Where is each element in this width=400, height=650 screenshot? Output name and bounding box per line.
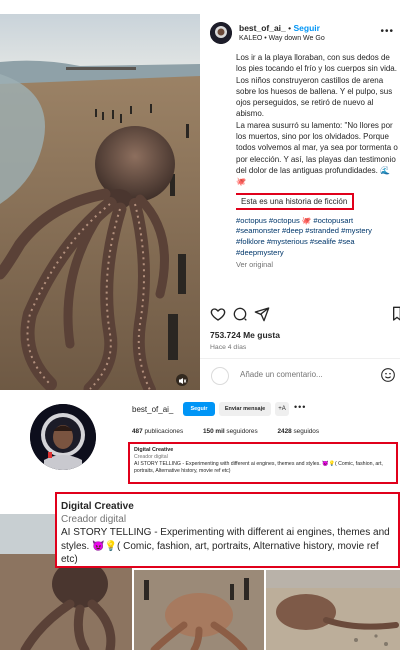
- caption-area: Los ir a la playa lloraban, con sus dedo…: [236, 52, 398, 307]
- fiction-note: Esta es una historia de ficción: [236, 192, 355, 210]
- comment-avatar: [211, 367, 229, 385]
- music-label[interactable]: KALEO • Way down We Go: [239, 35, 325, 42]
- posts-label: publicaciones: [144, 428, 184, 435]
- emoji-icon[interactable]: [380, 367, 396, 383]
- more-icon[interactable]: •••: [380, 26, 394, 37]
- suggest-user-button[interactable]: +A: [275, 402, 289, 416]
- posts-stat: 487 publicaciones: [132, 428, 183, 435]
- following-label: seguidos: [293, 428, 320, 435]
- comment-bar: [200, 358, 400, 390]
- grid-post-3[interactable]: [266, 570, 400, 650]
- astronaut-avatar-image: [30, 404, 96, 470]
- octopus-shore-thumbnail: [266, 570, 400, 650]
- posts-count: 487: [132, 428, 143, 435]
- username-text[interactable]: best_of_ai_: [239, 23, 286, 33]
- likes-count[interactable]: 753.724 Me gusta: [210, 330, 280, 340]
- profile-stats: 487 publicaciones 150 mil seguidores 242…: [132, 428, 337, 435]
- caption-text: Los ir a la playa lloraban, con sus dedo…: [236, 53, 398, 187]
- more-options-icon[interactable]: •••: [294, 402, 306, 412]
- profile-username: best_of_ai_: [132, 405, 174, 414]
- heart-icon[interactable]: [210, 306, 226, 322]
- action-bar: [210, 306, 400, 326]
- bio-zoom-category: Creador digital: [61, 514, 127, 525]
- octopus-crowd-thumbnail: [134, 570, 264, 650]
- follow-link[interactable]: Seguir: [294, 23, 320, 33]
- hashtags[interactable]: #octopus #octopus 🐙 #octopusart #seamons…: [236, 216, 398, 259]
- following-stat[interactable]: 2428 seguidos: [277, 428, 319, 435]
- bio-zoom-text: AI STORY TELLING - Experimenting with di…: [61, 527, 390, 565]
- profile-bio: Digital Creative Creador digital AI STOR…: [128, 442, 398, 484]
- avatar[interactable]: [210, 22, 232, 44]
- follow-button[interactable]: Seguir: [183, 402, 215, 416]
- bio-zoom: Digital Creative Creador digital AI STOR…: [55, 492, 400, 568]
- post-side-panel: best_of_ai_ • Seguir KALEO • Way down We…: [200, 14, 400, 390]
- post-header: best_of_ai_ • Seguir KALEO • Way down We…: [200, 14, 400, 50]
- comment-icon[interactable]: [232, 306, 248, 322]
- post-timestamp[interactable]: Hace 4 días: [210, 344, 246, 351]
- followers-count: 150 mil: [202, 428, 225, 435]
- post-modal: best_of_ai_ • Seguir KALEO • Way down We…: [0, 0, 400, 392]
- send-message-button[interactable]: Enviar mensaje: [219, 402, 271, 416]
- bookmark-icon[interactable]: [392, 306, 400, 322]
- share-icon[interactable]: [254, 306, 270, 322]
- see-original-link[interactable]: Ver original: [236, 260, 398, 269]
- post-username[interactable]: best_of_ai_ • Seguir: [239, 23, 320, 33]
- separator-dot: •: [288, 23, 292, 33]
- bio-zoom-name: Digital Creative: [61, 501, 134, 512]
- followers-stat[interactable]: 150 mil seguidores: [203, 428, 258, 435]
- comment-input[interactable]: [240, 370, 370, 379]
- grid-post-2[interactable]: [134, 570, 264, 650]
- following-count: 2428: [277, 428, 292, 435]
- post-image[interactable]: [0, 14, 200, 390]
- mute-icon[interactable]: [176, 374, 188, 386]
- bio-text: AI STORY TELLING - Experimenting with di…: [134, 460, 383, 474]
- bio-name: Digital Creative: [134, 447, 174, 453]
- octopus-beach-scene: [0, 14, 200, 390]
- profile-avatar[interactable]: [30, 404, 96, 470]
- followers-label: seguidores: [226, 428, 258, 435]
- profile-header: best_of_ai_ Seguir Enviar mensaje +A •••…: [0, 392, 400, 494]
